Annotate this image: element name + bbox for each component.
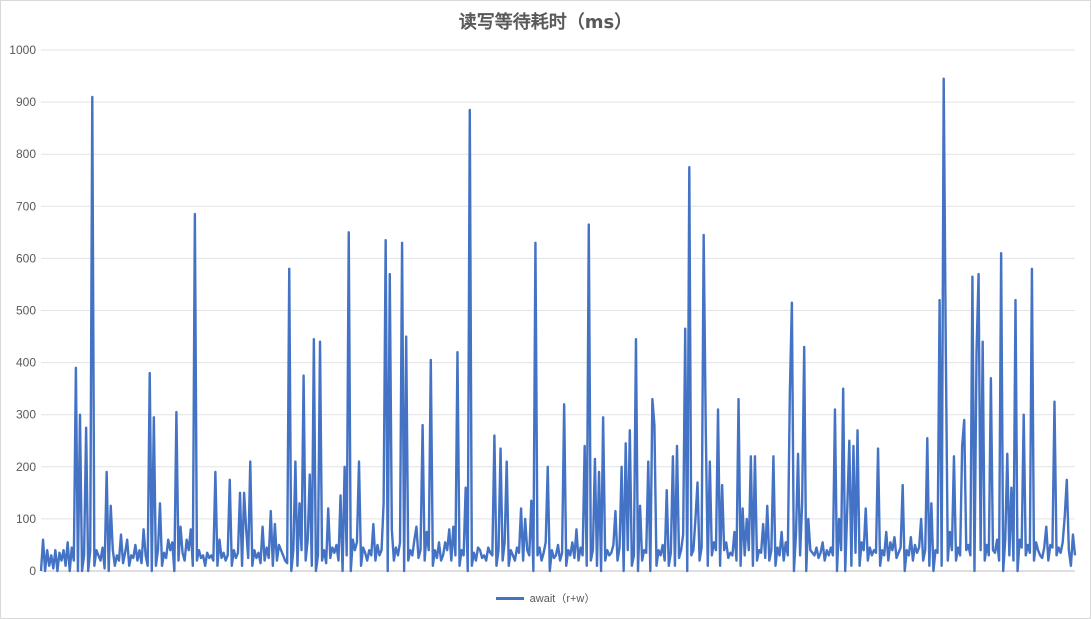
y-tick-label: 0 bbox=[29, 564, 36, 578]
y-tick-label: 400 bbox=[16, 356, 36, 370]
y-tick-label: 900 bbox=[16, 95, 36, 109]
y-tick-label: 600 bbox=[16, 251, 36, 265]
y-tick-label: 200 bbox=[16, 460, 36, 474]
y-tick-label: 800 bbox=[16, 147, 36, 161]
y-tick-label: 500 bbox=[16, 304, 36, 318]
y-tick-label: 300 bbox=[16, 408, 36, 422]
plot-area: 0 100 200 300 400 500 600 700 800 900 1000 bbox=[9, 43, 1077, 578]
y-tick-label: 1000 bbox=[9, 43, 36, 57]
legend-swatch bbox=[495, 596, 524, 600]
y-tick-label: 100 bbox=[16, 512, 36, 526]
y-tick-label: 700 bbox=[16, 199, 36, 213]
series-line-await bbox=[39, 77, 1077, 573]
legend-label: await（r+w） bbox=[529, 593, 596, 605]
legend: await（r+w） bbox=[0, 590, 1091, 606]
